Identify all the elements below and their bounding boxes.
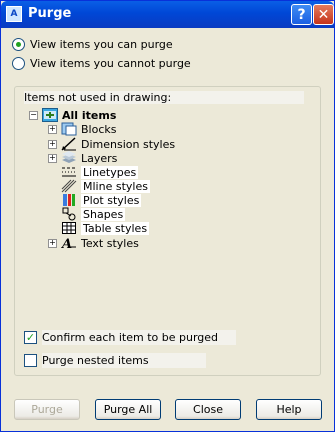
purge-button[interactable]: Purge	[14, 399, 80, 420]
title-close-button[interactable]: ✕	[313, 4, 334, 25]
radio-can-purge-label: View items you can purge	[30, 37, 173, 51]
purge-nested-items-checkbox[interactable]: Purge nested items	[24, 353, 206, 368]
confirm-checkbox-label: Confirm each item to be purged	[42, 331, 219, 344]
purge-button-label: Purge	[31, 403, 63, 416]
tree-item-text-styles[interactable]: + A Text styles	[48, 236, 139, 252]
tree-item-mline-styles[interactable]: Mline styles	[61, 179, 150, 193]
expand-icon[interactable]: +	[48, 139, 57, 149]
confirm-each-item-checkbox[interactable]: ✓ Confirm each item to be purged	[24, 330, 236, 345]
tree-label-table-styles: Table styles	[81, 221, 150, 235]
tree-item-shapes[interactable]: Shapes	[61, 207, 126, 221]
confirm-label-bg: Confirm each item to be purged	[42, 330, 236, 345]
help-button[interactable]: Help	[256, 399, 322, 420]
tree-item-layers[interactable]: + Layers	[48, 151, 117, 165]
tree-label-plot-styles: Plot styles	[81, 193, 142, 207]
tree-label-shapes: Shapes	[81, 207, 126, 221]
dimension-styles-icon	[61, 137, 77, 151]
tree-label-blocks: Blocks	[81, 122, 117, 136]
svg-text:A: A	[61, 237, 72, 250]
tree-label-text-styles: Text styles	[81, 236, 139, 250]
tree-label-linetypes: Linetypes	[81, 165, 139, 179]
purge-all-button[interactable]: Purge All	[95, 399, 161, 420]
group-label-text: Items not used in drawing:	[24, 91, 172, 104]
plot-styles-icon	[61, 193, 77, 207]
group-label: Items not used in drawing:	[24, 91, 304, 104]
purge-all-button-label: Purge All	[103, 403, 153, 416]
radio-view-cannot-purge[interactable]: View items you cannot purge	[12, 55, 191, 71]
tree-label-all-items: All items	[62, 108, 117, 122]
nested-label-bg: Purge nested items	[42, 353, 206, 368]
shapes-icon	[61, 207, 77, 221]
close-button-label: Close	[193, 403, 223, 416]
radio-cannot-purge-label: View items you cannot purge	[30, 56, 191, 70]
title-help-button[interactable]: ?	[291, 4, 312, 25]
linetypes-icon	[61, 165, 77, 179]
table-styles-icon	[61, 221, 77, 235]
close-button[interactable]: Close	[175, 399, 241, 420]
blocks-icon	[61, 122, 77, 136]
radio-can-purge-indicator[interactable]	[12, 37, 25, 51]
mline-styles-icon	[61, 179, 77, 193]
expand-icon[interactable]: +	[48, 238, 57, 248]
title-bar[interactable]: A Purge ? ✕	[1, 1, 334, 28]
nested-checkbox-box[interactable]	[24, 354, 37, 367]
tree-item-dimension-styles[interactable]: + Dimension styles	[48, 137, 175, 151]
expand-icon[interactable]: +	[48, 153, 57, 163]
tree-item-blocks[interactable]: + Blocks	[48, 122, 116, 136]
all-items-icon	[42, 108, 58, 122]
tree-item-table-styles[interactable]: Table styles	[61, 221, 150, 235]
tree-item-plot-styles[interactable]: Plot styles	[61, 193, 142, 207]
collapse-icon[interactable]: −	[29, 110, 38, 120]
radio-cannot-purge-indicator[interactable]	[12, 56, 25, 70]
tree-label-dimension-styles: Dimension styles	[81, 137, 176, 151]
window-title: Purge	[28, 6, 72, 21]
tree-label-layers: Layers	[81, 151, 118, 165]
radio-view-can-purge[interactable]: View items you can purge	[12, 36, 173, 52]
autocad-icon: A	[6, 6, 22, 22]
text-styles-icon: A	[60, 236, 77, 252]
confirm-checkbox-box[interactable]: ✓	[24, 331, 37, 344]
purge-dialog: A Purge ? ✕ View items you can purge Vie…	[0, 0, 335, 432]
tree-item-all-items[interactable]: − All items	[29, 108, 116, 122]
nested-checkbox-label: Purge nested items	[42, 354, 149, 367]
expand-icon[interactable]: +	[48, 124, 57, 134]
help-button-label: Help	[276, 403, 302, 416]
layers-icon	[61, 151, 77, 165]
items-tree[interactable]: − All items + Blocks + Dimension styles …	[29, 108, 189, 254]
tree-label-mline-styles: Mline styles	[81, 179, 150, 193]
tree-item-linetypes[interactable]: Linetypes	[61, 165, 139, 179]
